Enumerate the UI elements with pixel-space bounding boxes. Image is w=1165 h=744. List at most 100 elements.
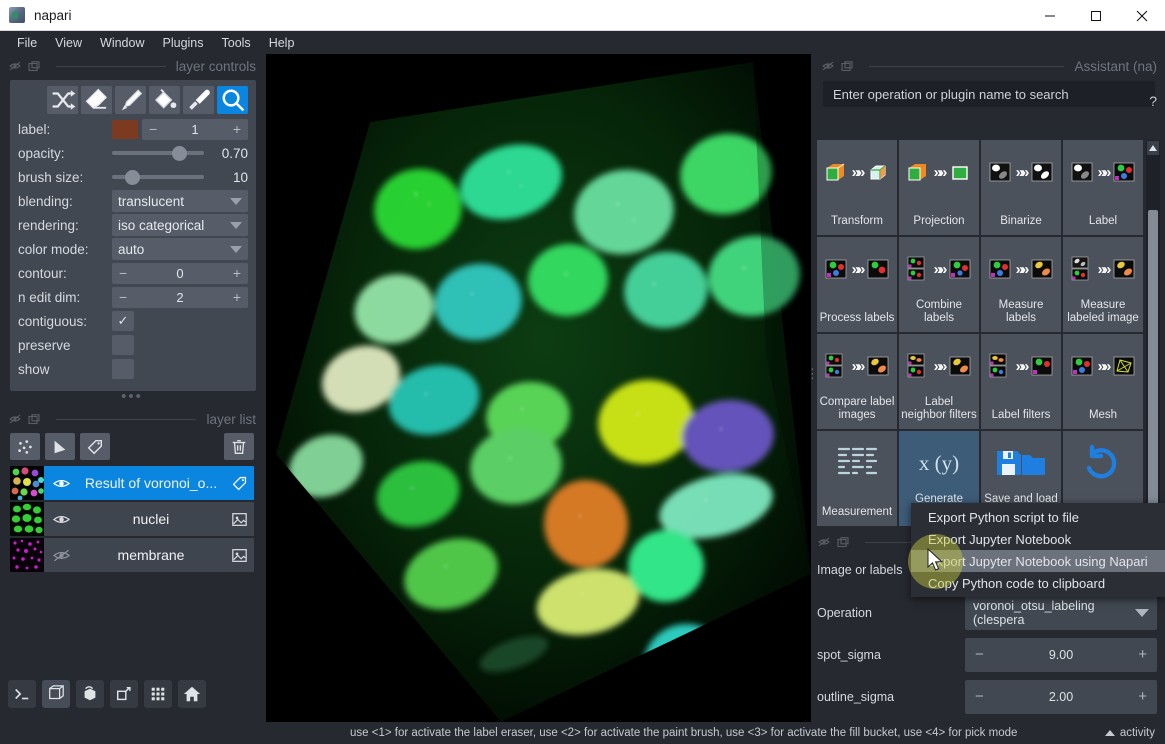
- new-points-layer-button[interactable]: [10, 433, 40, 460]
- show-selected-checkbox[interactable]: [112, 359, 134, 379]
- minimize-button[interactable]: [1027, 0, 1073, 31]
- layer-name-label: nuclei: [78, 511, 224, 527]
- contour-increment-button[interactable]: +: [233, 266, 241, 280]
- color-mode-combobox[interactable]: auto: [112, 238, 248, 260]
- layer-row-membrane[interactable]: membrane: [10, 538, 254, 572]
- rendering-combobox[interactable]: iso categorical: [112, 214, 248, 236]
- assistant-tile-binarize[interactable]: »» Binarize: [981, 140, 1061, 235]
- delete-layer-button[interactable]: [224, 433, 254, 460]
- cube-to-cube-icon: [823, 159, 849, 185]
- ndisplay-toggle-button[interactable]: [42, 680, 70, 708]
- brush-size-slider[interactable]: [112, 167, 204, 188]
- assistant-tile-compare-label-images[interactable]: »» Compare label images: [817, 334, 897, 429]
- scrollbar-handle[interactable]: [1148, 210, 1158, 510]
- assistant-scrollbar[interactable]: [1146, 140, 1160, 520]
- fill-bucket-icon[interactable]: [149, 86, 180, 114]
- grid-view-button[interactable]: [144, 680, 172, 708]
- assistant-tile-measure-labeled-image[interactable]: »» Measure labeled image: [1063, 237, 1143, 332]
- shuffle-colors-icon[interactable]: [47, 86, 78, 114]
- menu-tools[interactable]: Tools: [213, 33, 260, 53]
- assistant-tile-transform[interactable]: »» Transform: [817, 140, 897, 235]
- panel-resize-grip[interactable]: •••: [0, 391, 264, 407]
- n-edit-dim-increment-button[interactable]: +: [233, 290, 241, 304]
- menu-item-export-jupyter-notebook[interactable]: Export Jupyter Notebook: [911, 528, 1165, 550]
- assistant-tile-label-filters[interactable]: »» Label filters: [981, 334, 1061, 429]
- assistant-help-button[interactable]: ?: [1149, 93, 1157, 109]
- contour-decrement-button[interactable]: −: [119, 266, 127, 280]
- assistant-tile-combine-labels[interactable]: »» Combine labels: [899, 237, 979, 332]
- reset-view-home-button[interactable]: [178, 680, 206, 708]
- opacity-slider-knob[interactable]: [172, 146, 187, 161]
- scroll-up-arrow-icon[interactable]: [1147, 141, 1159, 155]
- label-increment-button[interactable]: +: [233, 122, 241, 136]
- console-button[interactable]: [8, 680, 36, 708]
- label-decrement-button[interactable]: −: [149, 122, 157, 136]
- contiguous-checkbox[interactable]: ✓: [112, 311, 134, 331]
- outline-sigma-increment-button[interactable]: +: [1138, 688, 1147, 705]
- float-dock-icon[interactable]: [821, 60, 834, 73]
- viewer-canvas[interactable]: [266, 54, 811, 722]
- image-and-labels-icon: [1069, 253, 1095, 285]
- menu-plugins[interactable]: Plugins: [154, 33, 213, 53]
- menu-item-export-python-script[interactable]: Export Python script to file: [911, 506, 1165, 528]
- close-button[interactable]: [1119, 0, 1165, 31]
- contour-spinbox[interactable]: − 0 +: [112, 263, 248, 284]
- preserve-labels-checkbox[interactable]: [112, 335, 134, 355]
- operation-combobox[interactable]: voronoi_otsu_labeling (clespera: [965, 596, 1157, 630]
- spot-sigma-increment-button[interactable]: +: [1138, 646, 1147, 663]
- menu-help[interactable]: Help: [260, 33, 304, 53]
- undock-panel-icon[interactable]: [836, 536, 849, 549]
- spot-sigma-spinbox[interactable]: − 9.00 +: [965, 638, 1157, 672]
- assistant-tile-mesh[interactable]: »» Mesh: [1063, 334, 1143, 429]
- menu-file[interactable]: File: [8, 33, 46, 53]
- brush-size-slider-knob[interactable]: [125, 170, 140, 185]
- assistant-search-input[interactable]: Enter operation or plugin name to search: [823, 81, 1155, 107]
- assistant-tile-label-neighbor-filters[interactable]: »» Label neighbor filters: [899, 334, 979, 429]
- menu-view[interactable]: View: [46, 33, 91, 53]
- label-spinbox[interactable]: − 1 +: [142, 119, 248, 140]
- n-edit-dim-spinbox[interactable]: − 2 +: [112, 287, 248, 308]
- pan-zoom-icon[interactable]: [217, 86, 248, 114]
- layer-visibility-toggle[interactable]: [44, 549, 78, 562]
- assistant-tile-label[interactable]: »» Label: [1063, 140, 1143, 235]
- color-picker-icon[interactable]: [183, 86, 214, 114]
- layer-row-result-of-voronoi[interactable]: Result of voronoi_o...: [10, 466, 254, 500]
- n-edit-dim-decrement-button[interactable]: −: [119, 290, 127, 304]
- opacity-slider[interactable]: [112, 143, 204, 164]
- control-row-opacity: opacity: 0.70: [18, 141, 248, 165]
- labels-tool-row: [18, 86, 248, 114]
- assistant-tile-projection[interactable]: »» Projection: [899, 140, 979, 235]
- outline-sigma-spinbox[interactable]: − 2.00 +: [965, 680, 1157, 714]
- tile-label: Measure labeled image: [1065, 299, 1141, 325]
- layer-visibility-toggle[interactable]: [44, 513, 78, 526]
- dock-splitter-grip[interactable]: ⋮: [806, 370, 812, 398]
- menu-window[interactable]: Window: [91, 33, 153, 53]
- spot-sigma-decrement-button[interactable]: −: [975, 646, 984, 663]
- label-eraser-icon[interactable]: [81, 86, 112, 114]
- new-shapes-layer-button[interactable]: [45, 433, 75, 460]
- layer-visibility-toggle[interactable]: [44, 477, 78, 490]
- layer-list-title: layer list: [206, 412, 256, 427]
- roll-dimensions-button[interactable]: [76, 680, 104, 708]
- new-labels-layer-button[interactable]: [80, 433, 110, 460]
- layer-row-nuclei[interactable]: nuclei: [10, 502, 254, 536]
- transpose-dimensions-button[interactable]: [110, 680, 138, 708]
- maximize-button[interactable]: [1073, 0, 1119, 31]
- blending-value: translucent: [118, 194, 184, 209]
- assistant-tile-measurement[interactable]: Measurement: [817, 431, 897, 526]
- float-dock-icon[interactable]: [817, 536, 830, 549]
- menu-item-export-jupyter-notebook-using-napari[interactable]: Export Jupyter Notebook using Napari: [911, 550, 1165, 572]
- blending-combobox[interactable]: translucent: [112, 190, 248, 212]
- float-dock-icon[interactable]: [8, 60, 21, 73]
- assistant-tile-measure-labels[interactable]: »» Measure labels: [981, 237, 1061, 332]
- menu-item-copy-python-code[interactable]: Copy Python code to clipboard: [911, 572, 1165, 594]
- assistant-tile-process-labels[interactable]: »» Process labels: [817, 237, 897, 332]
- outline-sigma-decrement-button[interactable]: −: [975, 688, 984, 705]
- undock-panel-icon[interactable]: [27, 60, 40, 73]
- undock-panel-icon[interactable]: [27, 413, 40, 426]
- float-dock-icon[interactable]: [8, 413, 21, 426]
- activity-button[interactable]: activity: [1105, 727, 1155, 739]
- label-color-swatch[interactable]: [112, 120, 138, 139]
- undock-panel-icon[interactable]: [840, 60, 853, 73]
- paint-brush-icon[interactable]: [115, 86, 146, 114]
